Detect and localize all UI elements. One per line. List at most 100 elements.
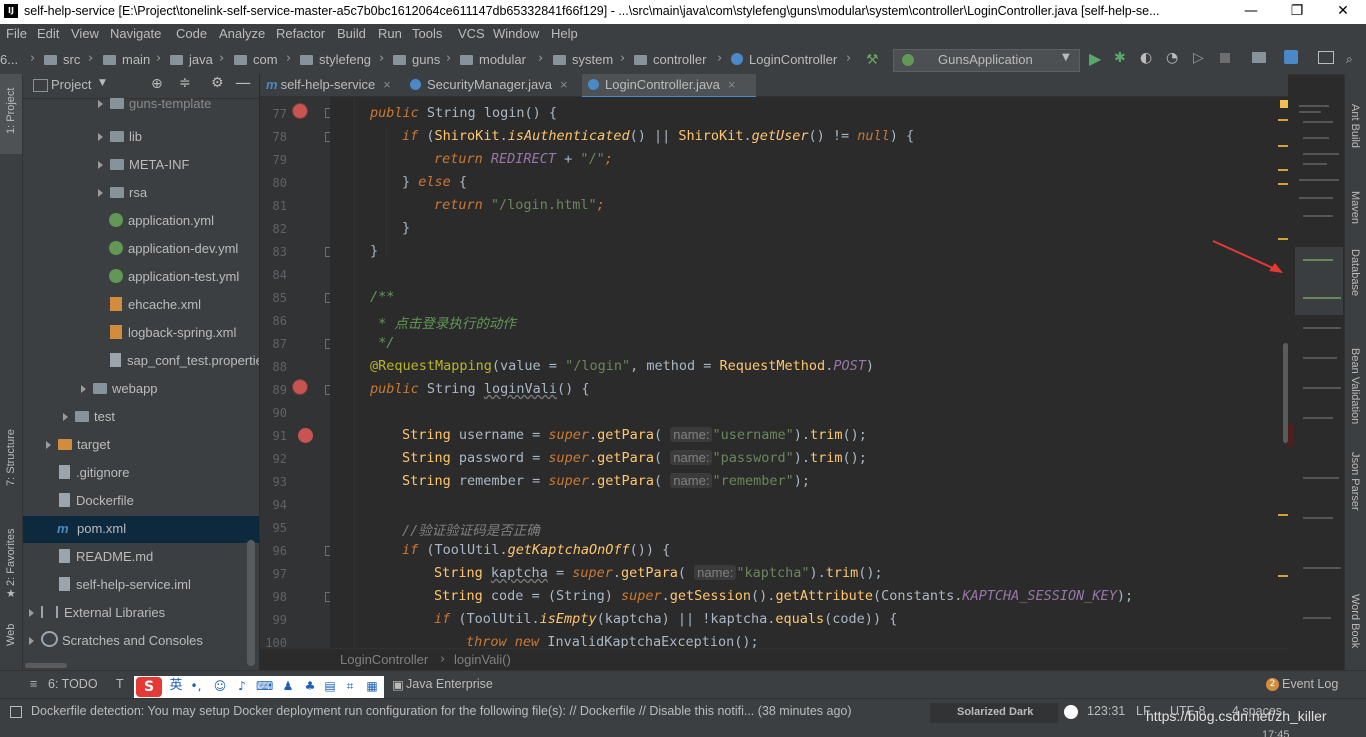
minimap-viewport[interactable] bbox=[1295, 247, 1343, 315]
request-mapping-marker-icon[interactable] bbox=[292, 103, 308, 119]
menu-edit[interactable]: Edit bbox=[37, 26, 59, 41]
tree-item[interactable]: application-test.yml bbox=[109, 263, 239, 291]
menu-view[interactable]: View bbox=[71, 26, 99, 41]
grid-icon[interactable]: ▦ bbox=[364, 678, 380, 694]
menu-run[interactable]: Run bbox=[378, 26, 402, 41]
close-tab-icon[interactable]: × bbox=[383, 77, 391, 92]
gear-icon[interactable]: ⚙ bbox=[211, 75, 224, 91]
search-icon[interactable]: ⌕ bbox=[1346, 52, 1353, 67]
tree-item[interactable]: ehcache.xml bbox=[110, 291, 201, 319]
database-tool-label[interactable]: Database bbox=[1349, 249, 1361, 296]
presentation-icon[interactable] bbox=[1318, 51, 1334, 64]
theme-toggle-icon[interactable] bbox=[1064, 705, 1078, 719]
ime-punct-toggle[interactable]: •, bbox=[188, 678, 204, 694]
layout-toggle-icon[interactable] bbox=[10, 706, 22, 718]
breadcrumb-stylefeng[interactable]: stylefeng bbox=[300, 52, 371, 67]
skin-icon[interactable]: ♣ bbox=[302, 678, 318, 694]
event-log-tool-button[interactable]: Event Log bbox=[1282, 677, 1338, 691]
menu-refactor[interactable]: Refactor bbox=[276, 26, 325, 41]
menu-navigate[interactable]: Navigate bbox=[110, 26, 161, 41]
todo-tool-button[interactable]: 6: TODO bbox=[48, 677, 98, 691]
code-editor[interactable]: public String login() { if (ShiroKit.isA… bbox=[330, 97, 1288, 648]
horizontal-scrollbar[interactable] bbox=[25, 663, 67, 668]
project-structure-icon[interactable] bbox=[1252, 52, 1266, 63]
favorites-tool-label[interactable]: 2: Favorites bbox=[5, 529, 17, 586]
status-message[interactable]: Dockerfile detection: You may setup Dock… bbox=[31, 704, 852, 718]
tab-securitymanager[interactable]: SecurityManager.java × bbox=[410, 74, 574, 96]
breadcrumb-logincontroller[interactable]: LoginController bbox=[731, 52, 837, 67]
breadcrumb-java[interactable]: java bbox=[170, 52, 213, 67]
tree-item[interactable]: application-dev.yml bbox=[109, 235, 238, 263]
tree-item[interactable]: rsa bbox=[98, 179, 147, 207]
run-config-select[interactable]: GunsApplication ▼ bbox=[893, 49, 1080, 72]
menu-file[interactable]: File bbox=[6, 26, 27, 41]
stop-icon[interactable] bbox=[1220, 53, 1230, 63]
project-tool-label[interactable]: 1: Project bbox=[5, 88, 17, 134]
tab-logincontroller[interactable]: LoginController.java × bbox=[582, 74, 756, 99]
breadcrumb-com[interactable]: com bbox=[234, 52, 278, 67]
tree-item[interactable]: .gitignore bbox=[59, 459, 129, 487]
attach-debugger-icon[interactable]: ▷ bbox=[1193, 50, 1204, 66]
close-tab-icon[interactable]: × bbox=[728, 77, 736, 92]
menu-analyze[interactable]: Analyze bbox=[219, 26, 265, 41]
tree-item[interactable]: sap_conf_test.properties bbox=[110, 347, 259, 375]
menu-tools[interactable]: Tools bbox=[412, 26, 442, 41]
close-button[interactable]: ✕ bbox=[1320, 0, 1366, 24]
toolbox-icon[interactable]: ▤ bbox=[322, 678, 338, 694]
tab-self-help-service[interactable]: m self-help-service × bbox=[266, 74, 398, 96]
editor-crumb-method[interactable]: loginVali() bbox=[454, 652, 511, 667]
tree-item[interactable]: Dockerfile bbox=[59, 487, 134, 515]
keyboard-icon[interactable]: ⌨ bbox=[256, 678, 273, 694]
close-tab-icon[interactable]: × bbox=[560, 77, 568, 92]
emoji-icon[interactable]: ☺ bbox=[212, 678, 228, 694]
sogou-logo-icon[interactable]: S bbox=[136, 677, 162, 697]
caret-position[interactable]: 123:31 bbox=[1087, 704, 1125, 718]
tree-item[interactable]: guns-template bbox=[98, 96, 211, 112]
breadcrumb-main[interactable]: main bbox=[103, 52, 150, 67]
menu-build[interactable]: Build bbox=[337, 26, 366, 41]
user-icon[interactable]: ♟ bbox=[280, 678, 296, 694]
collapse-all-icon[interactable]: ≑ bbox=[179, 75, 191, 91]
editor-gutter[interactable]: 77 78 79 80 81 82 83 84 85 86 87 88 89 9… bbox=[260, 97, 335, 648]
tree-item[interactable]: self-help-service.iml bbox=[59, 571, 191, 599]
menu-help[interactable]: Help bbox=[551, 26, 578, 41]
run-icon[interactable]: ▶ bbox=[1089, 49, 1101, 68]
breakpoint-icon[interactable] bbox=[298, 428, 313, 443]
tree-item[interactable]: target bbox=[46, 431, 110, 459]
error-stripe[interactable] bbox=[1278, 97, 1288, 648]
terminal-tool-button[interactable]: T bbox=[116, 677, 124, 691]
structure-tool-label[interactable]: 7: Structure bbox=[5, 429, 17, 486]
ant-build-tool-label[interactable]: Ant Build bbox=[1349, 104, 1361, 148]
breadcrumb-controller[interactable]: controller bbox=[634, 52, 706, 67]
breadcrumb-system[interactable]: system bbox=[553, 52, 613, 67]
tree-item[interactable]: META-INF bbox=[98, 151, 189, 179]
coverage-icon[interactable]: ◐ bbox=[1140, 50, 1152, 66]
profile-icon[interactable]: ◔ bbox=[1166, 50, 1178, 66]
tree-item[interactable]: m pom.xml bbox=[57, 515, 126, 543]
tree-item[interactable]: Scratches and Consoles bbox=[29, 627, 203, 655]
minimize-button[interactable]: — bbox=[1228, 0, 1274, 24]
word-book-tool-label[interactable]: Word Book bbox=[1349, 594, 1361, 648]
maximize-button[interactable]: ❐ bbox=[1274, 0, 1320, 24]
hide-panel-icon[interactable]: — bbox=[235, 73, 251, 92]
request-mapping-marker-icon[interactable] bbox=[292, 379, 308, 395]
tree-item[interactable]: External Libraries bbox=[29, 599, 165, 627]
editor-scrollbar-thumb[interactable] bbox=[1283, 343, 1288, 443]
code-minimap[interactable] bbox=[1212, 97, 1343, 648]
chevron-down-icon[interactable]: ▼ bbox=[99, 78, 106, 88]
tree-item[interactable]: logback-spring.xml bbox=[110, 319, 236, 347]
crop-icon[interactable]: ⌗ bbox=[342, 678, 358, 694]
tree-item[interactable]: lib bbox=[98, 123, 142, 151]
microphone-icon[interactable]: ♪ bbox=[234, 678, 250, 694]
web-tool-label[interactable]: Web bbox=[5, 624, 17, 646]
project-view-select[interactable]: Project bbox=[51, 77, 91, 92]
locate-target-icon[interactable]: ⊕ bbox=[151, 76, 163, 92]
debug-bug-icon[interactable]: ✱ bbox=[1114, 50, 1126, 66]
theme-indicator[interactable]: Solarized Dark bbox=[957, 706, 1033, 718]
bean-validation-tool-label[interactable]: Bean Validation bbox=[1349, 348, 1361, 424]
menu-code[interactable]: Code bbox=[176, 26, 207, 41]
java-enterprise-tool-button[interactable]: Java Enterprise bbox=[406, 677, 493, 691]
editor-crumb-class[interactable]: LoginController bbox=[340, 652, 428, 667]
breadcrumb-guns[interactable]: guns bbox=[393, 52, 440, 67]
tree-item[interactable]: application.yml bbox=[109, 207, 214, 235]
